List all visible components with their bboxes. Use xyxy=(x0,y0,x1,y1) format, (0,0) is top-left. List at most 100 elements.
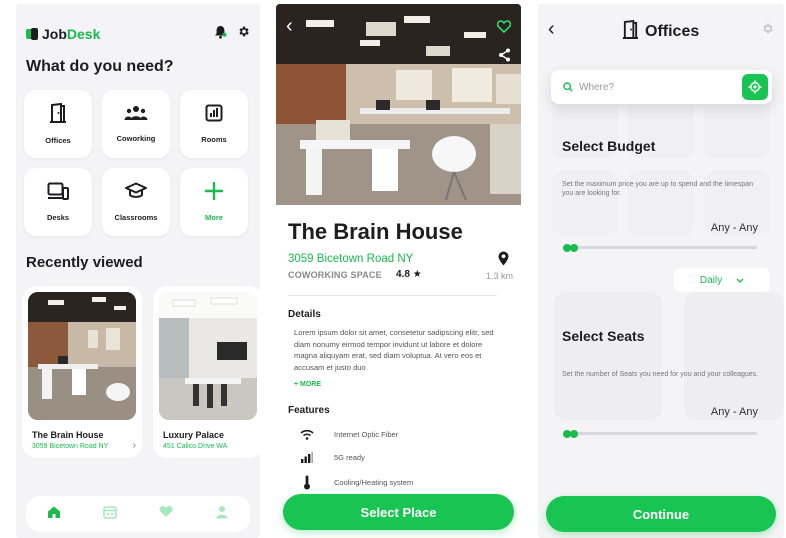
feature-item: 5G ready xyxy=(300,452,365,463)
people-icon xyxy=(124,105,148,126)
budget-slider[interactable] xyxy=(563,243,757,252)
star-icon: ★ xyxy=(412,269,422,280)
place-address: 3059 Bicetown Road NY xyxy=(288,253,414,265)
category-offices[interactable]: Offices xyxy=(24,90,92,158)
signal-icon xyxy=(300,452,314,463)
location-pin-icon[interactable] xyxy=(498,251,509,271)
desk-icon xyxy=(47,182,69,205)
door-icon xyxy=(622,19,639,44)
period-dropdown[interactable]: Daily xyxy=(674,268,770,292)
plus-icon xyxy=(204,181,224,205)
category-more[interactable]: More xyxy=(180,168,248,236)
room-icon xyxy=(205,104,223,127)
search-icon xyxy=(563,82,573,92)
wifi-icon xyxy=(300,429,314,440)
back-arrow-icon[interactable]: ‹ xyxy=(286,16,293,36)
user-icon[interactable] xyxy=(215,505,229,524)
chevron-right-icon[interactable]: › xyxy=(133,440,136,451)
app-logo: Job Desk xyxy=(26,26,100,42)
place-detail-sheet: The Brain House 3059 Bicetown Road NY CO… xyxy=(276,205,521,538)
category-label: Rooms xyxy=(201,135,227,144)
period-value: Daily xyxy=(699,274,723,286)
budget-range-value: Any - Any xyxy=(710,222,758,234)
recent-card-luxury-palace[interactable]: Luxury Palace 451 Calico Drive WA xyxy=(153,286,260,458)
filter-title: Offices xyxy=(622,19,700,44)
heart-icon[interactable] xyxy=(159,505,173,523)
budget-description: Set the maximum price you are up to spen… xyxy=(562,181,754,197)
rating-value: 4.8 xyxy=(396,269,410,280)
feature-item: Cooling/Heating system xyxy=(300,475,413,490)
place-type: COWORKING SPACE xyxy=(288,270,382,280)
category-label: Classrooms xyxy=(114,213,158,222)
recent-card-name: The Brain House xyxy=(32,430,104,440)
locate-button[interactable] xyxy=(742,74,768,100)
home-top-bar: Job Desk xyxy=(26,24,250,44)
door-icon xyxy=(49,102,67,128)
recent-card-name: Luxury Palace xyxy=(163,430,225,440)
category-coworking[interactable]: Coworking xyxy=(102,90,170,158)
filter-title-text: Offices xyxy=(645,23,700,40)
thermometer-icon xyxy=(300,475,314,490)
recent-card-photo xyxy=(28,292,136,420)
category-label: More xyxy=(205,213,223,222)
select-place-button[interactable]: Select Place xyxy=(283,494,514,530)
place-hero-photo: ‹ xyxy=(276,4,521,205)
chevron-down-icon xyxy=(736,275,744,286)
calendar-icon[interactable] xyxy=(103,505,117,524)
detail-screen: ‹ The Brain House 3059 Bicetown Road NY … xyxy=(276,4,521,538)
seats-heading: Select Seats xyxy=(562,328,645,344)
logo-text-desk: Desk xyxy=(66,26,101,42)
share-icon[interactable] xyxy=(498,48,511,67)
details-text: Lorem ipsum dolor sit amet, consetetur s… xyxy=(294,328,494,372)
bottom-nav xyxy=(26,496,250,532)
bell-icon[interactable] xyxy=(214,25,227,44)
home-icon[interactable] xyxy=(47,505,61,524)
search-input[interactable]: Where? xyxy=(551,70,772,104)
slider-handle-max[interactable] xyxy=(569,429,578,438)
feature-label: Internet Optic Fiber xyxy=(334,430,399,439)
back-arrow-icon[interactable]: ‹ xyxy=(548,18,555,40)
slider-handle-max[interactable] xyxy=(569,243,578,252)
category-classrooms[interactable]: Classrooms xyxy=(102,168,170,236)
recent-card-photo xyxy=(159,292,257,420)
filter-screen: ‹ Offices Where? Select Budget Set the m… xyxy=(538,4,784,538)
category-label: Coworking xyxy=(116,134,156,143)
place-title: The Brain House xyxy=(288,219,463,244)
gear-icon[interactable] xyxy=(237,25,250,43)
divider xyxy=(288,295,497,296)
recent-card-brain-house[interactable]: The Brain House 3059 Bicetown Road NY › xyxy=(22,286,142,458)
continue-button[interactable]: Continue xyxy=(546,496,776,532)
recent-card-address: 3059 Bicetown Road NY xyxy=(32,443,109,450)
recent-card-address: 451 Calico Drive WA xyxy=(163,443,228,450)
details-heading: Details xyxy=(288,309,321,320)
recently-viewed-title: Recently viewed xyxy=(26,254,143,271)
background-card-ghost xyxy=(684,292,784,420)
place-distance: 1.3 km xyxy=(485,271,513,281)
category-grid: Offices Coworking Rooms Desks Classrooms xyxy=(24,90,248,236)
category-label: Desks xyxy=(46,213,70,222)
seats-range-value: Any - Any xyxy=(710,406,758,418)
crosshair-icon xyxy=(748,80,762,94)
feature-label: Cooling/Heating system xyxy=(334,478,414,487)
home-screen: Job Desk What do you need? Offices Cowork… xyxy=(16,4,260,538)
logo-text-job: Job xyxy=(42,26,67,42)
feature-label: 5G ready xyxy=(334,453,365,462)
graduation-cap-icon xyxy=(125,182,147,205)
gear-icon[interactable] xyxy=(761,22,774,40)
seats-description: Set the number of Seats you need for you… xyxy=(562,371,759,378)
feature-item: Internet Optic Fiber xyxy=(300,429,398,440)
favorite-heart-icon[interactable] xyxy=(496,20,512,38)
category-rooms[interactable]: Rooms xyxy=(180,90,248,158)
more-link[interactable]: + MORE xyxy=(294,381,321,388)
filter-header: ‹ Offices xyxy=(538,18,784,42)
place-rating: 4.8 ★ xyxy=(396,269,422,280)
logo-mark-icon xyxy=(26,28,40,40)
category-desks[interactable]: Desks xyxy=(24,168,92,236)
home-title: What do you need? xyxy=(26,58,174,75)
seats-slider[interactable] xyxy=(563,429,757,438)
features-heading: Features xyxy=(288,405,330,416)
category-label: Offices xyxy=(45,136,71,145)
budget-heading: Select Budget xyxy=(562,138,656,154)
background-card-ghost xyxy=(554,292,662,420)
search-placeholder: Where? xyxy=(579,81,615,93)
